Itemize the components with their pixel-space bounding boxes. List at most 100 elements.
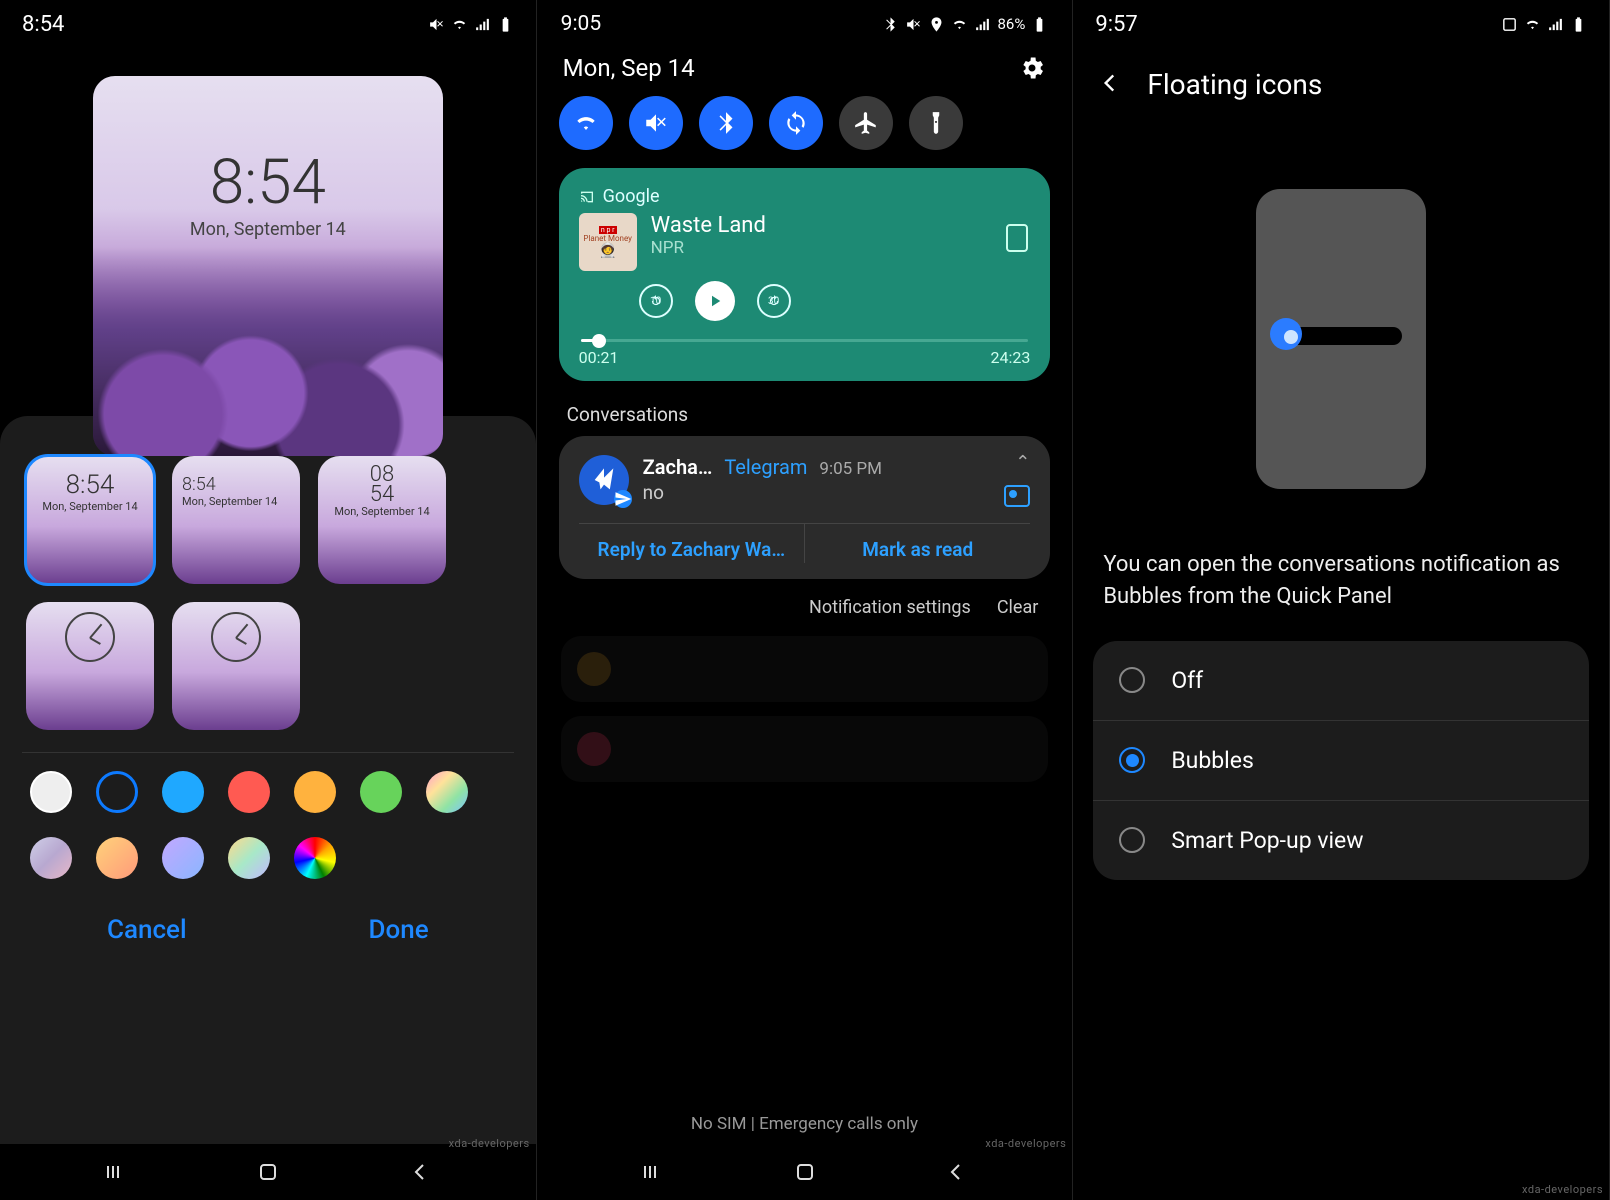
conversations-label: Conversations <box>537 381 1073 436</box>
color-swatch-8[interactable] <box>96 837 138 879</box>
option-label: Off <box>1171 667 1203 694</box>
clock-thumbnails: 8:54 Mon, September 14 8:54 Mon, Septemb… <box>16 450 520 748</box>
illustration <box>1073 121 1609 549</box>
clock-thumb-3[interactable]: 0854 Mon, September 14 <box>318 456 446 584</box>
status-bar: 9:57 <box>1073 0 1609 48</box>
clock-thumb-5[interactable] <box>172 602 300 730</box>
color-swatch-9[interactable] <box>162 837 204 879</box>
color-swatch-2[interactable] <box>162 771 204 813</box>
radio-icon <box>1119 667 1145 693</box>
wifi-icon <box>951 16 968 33</box>
location-icon <box>928 16 945 33</box>
status-time: 9:57 <box>1095 12 1137 37</box>
analog-clock-icon <box>211 612 261 662</box>
sheet-buttons: Cancel Done <box>16 897 520 979</box>
option-bubbles[interactable]: Bubbles <box>1093 721 1589 801</box>
analog-clock-icon <box>65 612 115 662</box>
recents-icon[interactable] <box>104 1160 128 1184</box>
media-artist: NPR <box>651 238 766 258</box>
illus-bubble-icon <box>1270 318 1302 350</box>
color-swatch-10[interactable] <box>228 837 270 879</box>
nav-bar <box>0 1144 536 1200</box>
status-time: 9:05 <box>561 12 602 36</box>
play-button[interactable] <box>695 281 735 321</box>
page-title: Floating icons <box>1147 68 1322 101</box>
recents-icon[interactable] <box>641 1160 665 1184</box>
forward-button[interactable]: 30 <box>757 284 791 318</box>
back-button[interactable] <box>1097 70 1123 100</box>
options-list: Off Bubbles Smart Pop-up view <box>1093 641 1589 880</box>
elapsed: 00:21 <box>579 348 619 367</box>
rotate-icon <box>783 110 809 136</box>
media-card[interactable]: Google n p r Planet Money 🧑‍🚀 Waste Land… <box>559 168 1051 381</box>
media-controls: 10 30 <box>639 281 1031 321</box>
tile-wifi[interactable] <box>559 96 613 150</box>
clock-thumb-4[interactable] <box>26 602 154 730</box>
back-icon[interactable] <box>408 1160 432 1184</box>
watermark: xda-developers <box>985 1137 1066 1150</box>
color-swatch-0[interactable] <box>30 771 72 813</box>
clock-thumb-2[interactable]: 8:54 Mon, September 14 <box>172 456 300 584</box>
cancel-button[interactable]: Cancel <box>107 915 187 945</box>
output-device-icon[interactable] <box>1006 224 1028 252</box>
background-dimmed <box>537 636 1073 796</box>
status-time: 8:54 <box>22 12 64 37</box>
rewind-button[interactable]: 10 <box>639 284 673 318</box>
radio-icon <box>1119 747 1145 773</box>
duration: 24:23 <box>991 348 1031 367</box>
option-label: Smart Pop-up view <box>1171 827 1363 854</box>
mark-read-button[interactable]: Mark as read <box>805 524 1030 563</box>
option-smart-pop-up-view[interactable]: Smart Pop-up view <box>1093 801 1589 880</box>
conversation-actions: Reply to Zachary Wa… Mark as read <box>579 523 1031 563</box>
clear-button[interactable]: Clear <box>997 597 1039 618</box>
status-icons <box>428 16 514 33</box>
tile-flashlight[interactable] <box>909 96 963 150</box>
mute-icon <box>428 16 445 33</box>
clock-thumb-1[interactable]: 8:54 Mon, September 14 <box>26 456 154 584</box>
color-swatch-1[interactable] <box>96 771 138 813</box>
bluetooth-icon <box>713 110 739 136</box>
color-swatch-4[interactable] <box>294 771 336 813</box>
hint-text: You can open the conversations notificat… <box>1073 549 1609 641</box>
tile-airplane[interactable] <box>839 96 893 150</box>
gear-icon[interactable] <box>1018 54 1046 82</box>
panel-date: Mon, Sep 14 <box>563 54 695 82</box>
tile-mute[interactable] <box>629 96 683 150</box>
back-icon[interactable] <box>944 1160 968 1184</box>
wallpaper-art <box>93 247 443 456</box>
tile-bluetooth[interactable] <box>699 96 753 150</box>
color-swatch-3[interactable] <box>228 771 270 813</box>
nfc-icon <box>1501 16 1518 33</box>
sender-name: Zacha… <box>643 455 713 479</box>
home-icon[interactable] <box>793 1160 817 1184</box>
collapse-icon[interactable]: ⌃ <box>1015 452 1030 473</box>
battery-icon <box>1570 16 1587 33</box>
clock-style-sheet: 8:54 Mon, September 14 8:54 Mon, Septemb… <box>0 416 536 1144</box>
color-swatch-6[interactable] <box>426 771 468 813</box>
reply-button[interactable]: Reply to Zachary Wa… <box>579 524 805 563</box>
color-swatch-7[interactable] <box>30 837 72 879</box>
status-bar: 8:54 <box>0 0 536 48</box>
bubble-icon[interactable] <box>1004 485 1030 507</box>
media-source: Google <box>579 186 1031 207</box>
lockscreen-preview: 8:54 Mon, September 14 <box>93 76 443 456</box>
signal-icon <box>1547 16 1564 33</box>
app-name: Telegram <box>724 455 807 479</box>
media-art: n p r Planet Money 🧑‍🚀 <box>579 213 637 271</box>
option-off[interactable]: Off <box>1093 641 1589 721</box>
mute-icon <box>643 110 669 136</box>
preview-date: Mon, September 14 <box>93 219 443 240</box>
media-title: Waste Land <box>651 213 766 238</box>
done-button[interactable]: Done <box>369 915 429 945</box>
color-swatch-5[interactable] <box>360 771 402 813</box>
phone-clockstyle: 8:54 8:54 Mon, September 14 8:54 Mon, Se… <box>0 0 537 1200</box>
msg-time: 9:05 PM <box>819 459 882 479</box>
quick-tiles <box>537 96 1073 168</box>
seek-bar[interactable] <box>581 339 1029 342</box>
color-swatch-11[interactable] <box>294 837 336 879</box>
tile-rotate[interactable] <box>769 96 823 150</box>
home-icon[interactable] <box>256 1160 280 1184</box>
notification-settings-link[interactable]: Notification settings <box>809 597 971 618</box>
conversation-card[interactable]: Zacha… Telegram 9:05 PM no ⌃ Reply to Za… <box>559 436 1051 579</box>
preview-time: 8:54 <box>93 146 443 219</box>
